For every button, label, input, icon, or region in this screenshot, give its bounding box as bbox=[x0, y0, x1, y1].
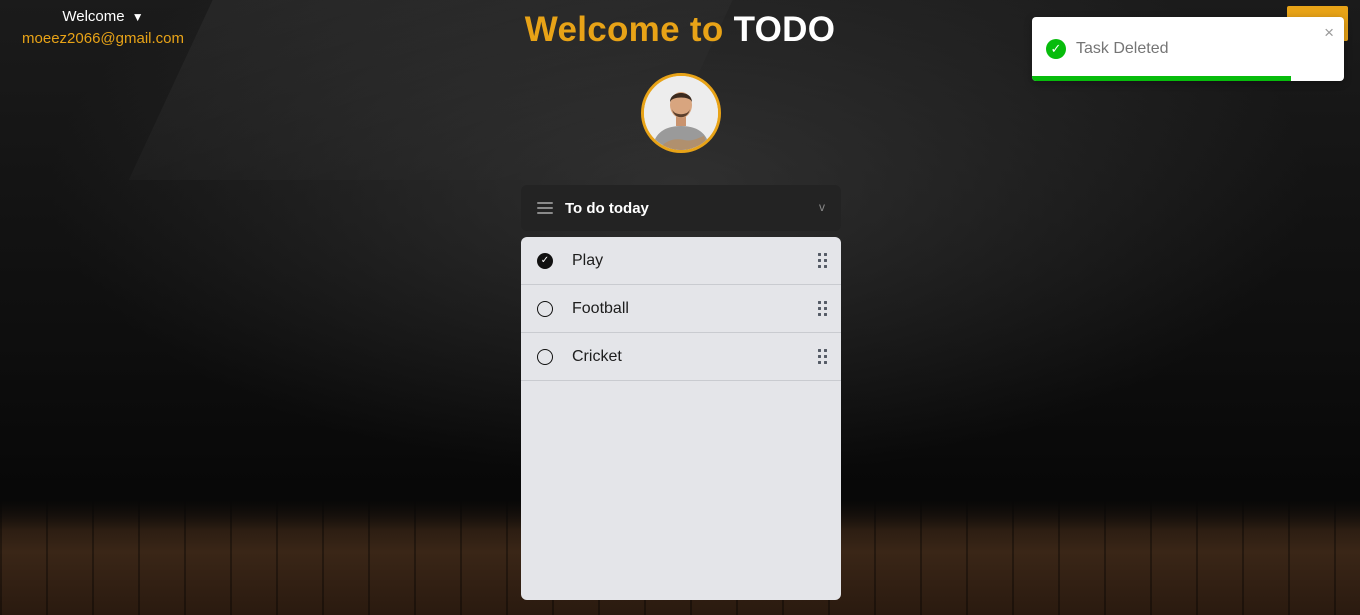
task-label: Football bbox=[572, 300, 629, 317]
todo-list-title: To do today bbox=[565, 199, 649, 217]
drag-handle-icon[interactable] bbox=[818, 349, 827, 364]
task-checkbox-checked[interactable]: ✓ bbox=[537, 253, 553, 269]
task-checkbox[interactable] bbox=[537, 349, 553, 365]
title-app-name: TODO bbox=[733, 10, 836, 49]
close-icon[interactable]: × bbox=[1324, 23, 1334, 43]
task-item[interactable]: ✓ Play bbox=[521, 237, 841, 285]
title-prefix: Welcome to bbox=[524, 10, 724, 49]
task-label: Cricket bbox=[572, 348, 622, 365]
toast-notification: ✓ Task Deleted × bbox=[1032, 17, 1344, 81]
task-list: ✓ Play Football Cricket bbox=[521, 237, 841, 600]
toast-progress-bar bbox=[1032, 76, 1291, 81]
chevron-down-icon[interactable]: v bbox=[819, 200, 825, 214]
task-item[interactable]: Cricket bbox=[521, 333, 841, 381]
avatar bbox=[641, 73, 721, 153]
todo-list-header[interactable]: To do today v bbox=[521, 185, 841, 231]
toast-message: Task Deleted bbox=[1076, 40, 1169, 57]
task-checkbox[interactable] bbox=[537, 301, 553, 317]
menu-icon bbox=[537, 199, 553, 217]
drag-handle-icon[interactable] bbox=[818, 301, 827, 316]
avatar-person-image bbox=[644, 76, 718, 150]
task-label: Play bbox=[572, 252, 604, 269]
task-item[interactable]: Football bbox=[521, 285, 841, 333]
drag-handle-icon[interactable] bbox=[818, 253, 827, 268]
check-circle-icon: ✓ bbox=[1046, 39, 1066, 59]
